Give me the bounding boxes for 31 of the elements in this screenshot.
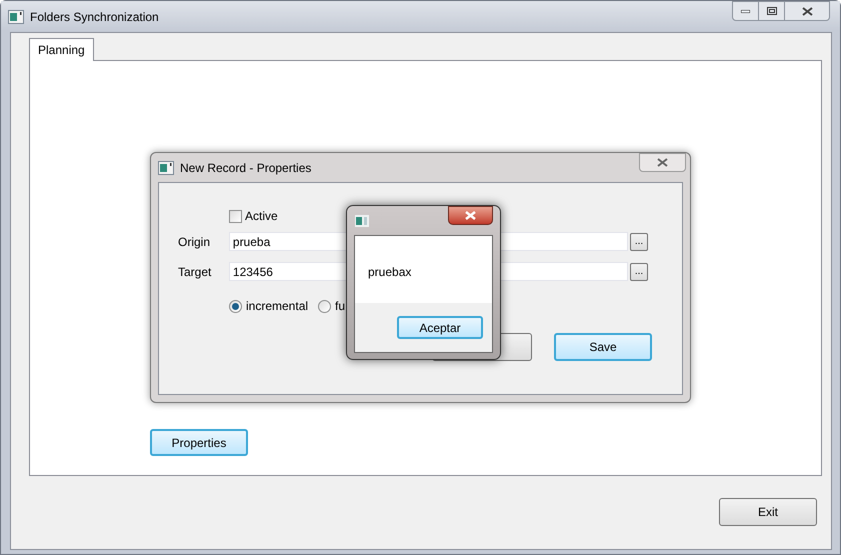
accept-button[interactable]: Aceptar (397, 316, 483, 339)
app-icon (8, 10, 24, 24)
app-icon (158, 160, 174, 174)
maximize-icon (766, 7, 776, 15)
close-button[interactable] (639, 153, 686, 172)
close-icon (657, 158, 668, 167)
browse-button[interactable]: ... (630, 262, 648, 280)
dialog-title: New Record - Properties (180, 160, 312, 176)
maximize-button[interactable] (759, 1, 785, 21)
radio-button[interactable] (229, 300, 242, 312)
exit-button[interactable]: Exit (719, 498, 817, 526)
checkbox[interactable] (229, 210, 242, 222)
message-text: pruebax (368, 265, 412, 279)
window-title: Folders Synchronization (30, 8, 159, 26)
radio-label: incremental (246, 298, 308, 315)
radio-button[interactable] (318, 300, 332, 312)
field-label: Target (178, 264, 212, 280)
minimize-button[interactable] (732, 1, 759, 21)
save-button[interactable]: Save (554, 333, 652, 361)
close-icon (465, 211, 476, 220)
close-button[interactable] (448, 206, 493, 225)
minimize-icon (741, 10, 750, 12)
app-icon (355, 215, 369, 227)
close-button[interactable] (785, 1, 830, 21)
field-label: Origin (178, 234, 212, 250)
close-icon (802, 6, 812, 16)
tab[interactable]: Planning (29, 38, 94, 61)
properties-button[interactable]: Properties (150, 429, 248, 456)
browse-button[interactable]: ... (630, 232, 648, 250)
checkbox-label: Active (245, 208, 278, 225)
radio-label: fu (335, 298, 346, 315)
